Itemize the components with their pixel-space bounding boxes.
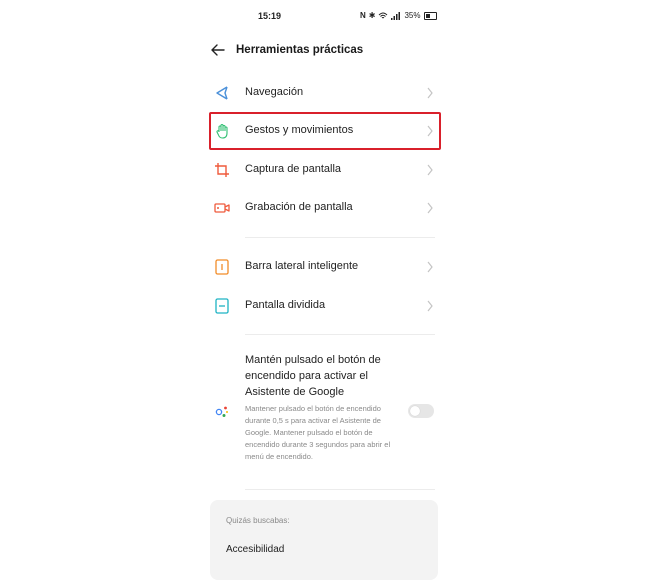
bluetooth-icon: ✱ <box>368 11 376 20</box>
header: Herramientas prácticas <box>200 38 450 66</box>
divider <box>245 489 435 490</box>
signal-icon <box>391 11 401 20</box>
battery-icon <box>423 11 437 20</box>
sidebar-icon <box>215 259 229 275</box>
barra-lateral-row[interactable]: Barra lateral inteligente <box>210 249 438 285</box>
battery-percent: 35% <box>404 11 421 20</box>
suggestion-accesibilidad[interactable]: Accesibilidad <box>226 544 284 555</box>
navigation-arrow-icon <box>216 86 228 100</box>
divider <box>245 334 435 335</box>
split-screen-icon <box>215 298 229 314</box>
row-label: Grabación de pantalla <box>245 201 353 213</box>
status-icons: N ✱ 35% <box>360 11 437 20</box>
assistant-title: Mantén pulsado el botón de encendido par… <box>245 354 381 398</box>
row-label: Barra lateral inteligente <box>245 260 359 272</box>
google-assistant-icon <box>215 406 228 417</box>
suggestions-panel: Quizás buscabas: Accesibilidad <box>210 500 438 580</box>
status-bar: 15:19 N ✱ 35% <box>200 8 450 26</box>
assistant-description: Mantener pulsado el botón de encendido d… <box>245 404 391 461</box>
settings-screen: 15:19 N ✱ 35% Herramientas prácticas Nav… <box>200 0 450 580</box>
divider <box>245 237 435 238</box>
status-time: 15:19 <box>258 11 282 21</box>
highlight-box <box>209 112 441 150</box>
video-icon <box>214 203 230 213</box>
wifi-icon <box>379 12 388 18</box>
chevron-right-icon <box>427 300 433 312</box>
chevron-right-icon <box>427 202 433 214</box>
row-label: Captura de pantalla <box>245 163 342 175</box>
grabacion-pantalla-row[interactable]: Grabación de pantalla <box>210 190 438 226</box>
crop-icon <box>215 163 229 177</box>
chevron-right-icon <box>427 87 433 99</box>
assistant-toggle[interactable] <box>408 404 434 418</box>
nfc-icon: N <box>360 11 366 20</box>
page-title: Herramientas prácticas <box>236 44 364 56</box>
navegacion-row[interactable]: Navegación <box>210 75 438 111</box>
toggle-knob <box>410 406 420 416</box>
chevron-right-icon <box>427 261 433 273</box>
captura-pantalla-row[interactable]: Captura de pantalla <box>210 152 438 188</box>
chevron-right-icon <box>427 164 433 176</box>
assistant-setting[interactable]: Mantén pulsado el botón de encendido par… <box>210 352 438 477</box>
suggestions-heading: Quizás buscabas: <box>226 516 290 525</box>
arrow-left-icon[interactable] <box>210 42 226 58</box>
pantalla-dividida-row[interactable]: Pantalla dividida <box>210 288 438 324</box>
row-label: Navegación <box>245 86 304 98</box>
row-label: Pantalla dividida <box>245 299 326 311</box>
